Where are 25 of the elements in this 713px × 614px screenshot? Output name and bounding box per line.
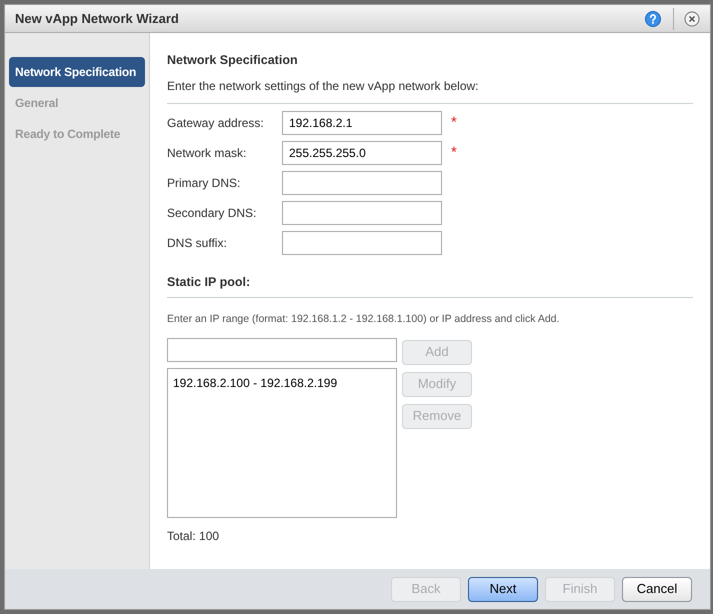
field-label: DNS suffix: bbox=[167, 235, 228, 252]
input-field[interactable] bbox=[282, 171, 442, 195]
help-icon[interactable] bbox=[645, 10, 661, 26]
input-field[interactable]: 255.255.255.0 bbox=[282, 141, 442, 165]
intro-text: Enter the network settings of the new vApp network below: bbox=[167, 77, 693, 104]
window-title: New vApp Network Wizard bbox=[15, 10, 180, 28]
field-label: Primary DNS: bbox=[167, 175, 242, 192]
step-item[interactable]: Network Specification bbox=[9, 57, 145, 87]
total-text: Total: 100 bbox=[167, 528, 220, 544]
close-icon[interactable] bbox=[684, 10, 700, 26]
button[interactable]: Cancel bbox=[622, 576, 692, 602]
field-label: Secondary DNS: bbox=[167, 205, 258, 222]
button[interactable]: Next bbox=[468, 576, 538, 602]
list-item[interactable]: 192.168.2.100 - 192.168.2.199 bbox=[173, 374, 391, 392]
input-field[interactable] bbox=[167, 338, 397, 362]
required-mark: * bbox=[451, 112, 457, 133]
field-label: Gateway address: bbox=[167, 115, 265, 132]
input-field[interactable] bbox=[282, 231, 442, 255]
hint-text: Enter an IP range (format: 192.168.1.2 - 192.168.1.100) or IP address and click Add. bbox=[167, 312, 560, 327]
field-label: Network mask: bbox=[167, 145, 248, 162]
section-heading: Static IP pool: bbox=[167, 273, 693, 298]
required-mark: * bbox=[451, 142, 457, 163]
input-field[interactable] bbox=[282, 201, 442, 225]
section-heading: Network Specification bbox=[167, 52, 299, 69]
input-field[interactable]: 192.168.2.1 bbox=[282, 111, 442, 135]
